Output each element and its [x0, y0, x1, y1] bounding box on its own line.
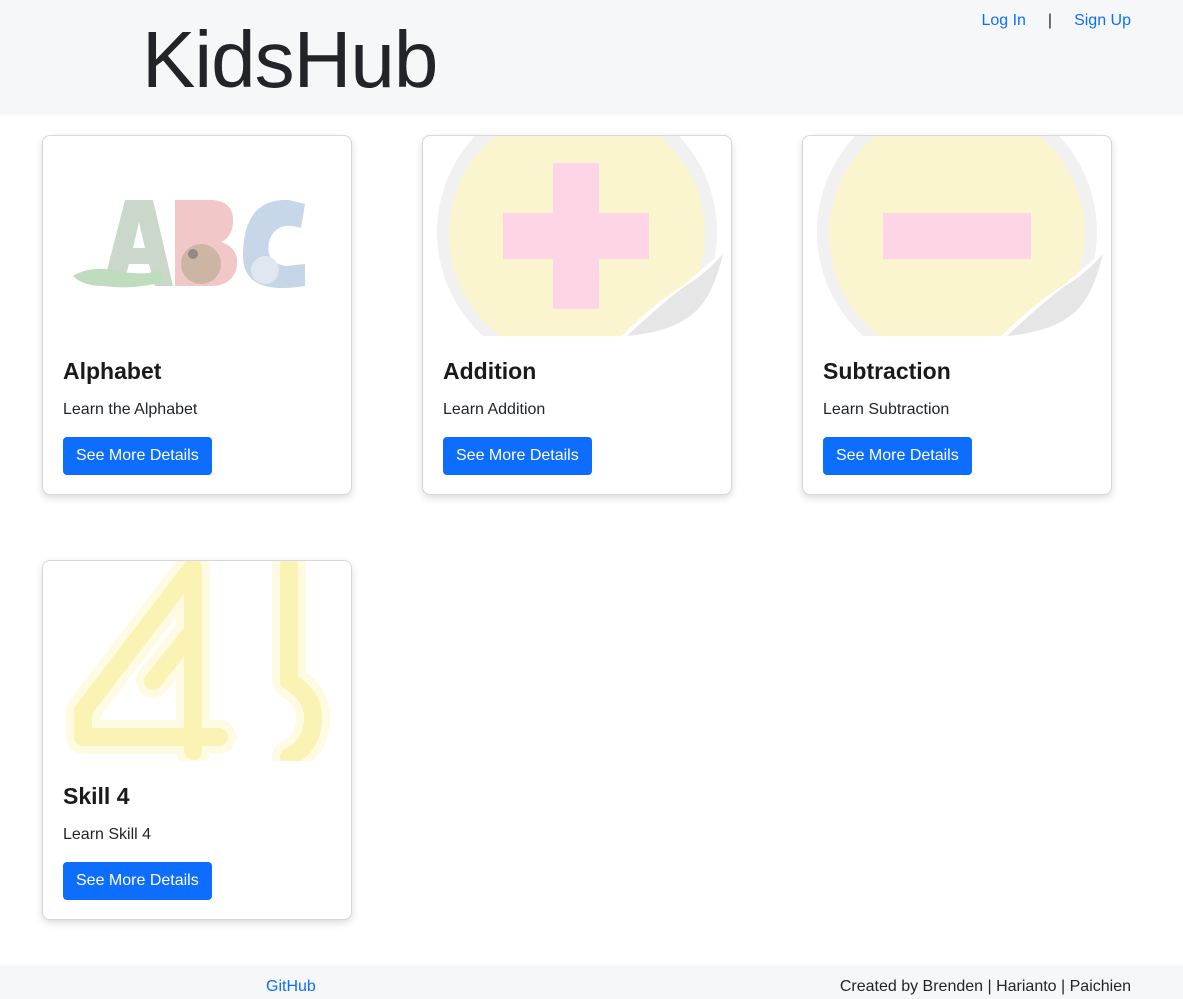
see-more-details-button[interactable]: See More Details	[823, 437, 972, 475]
brand-title[interactable]: KidsHub	[142, 14, 438, 106]
subtraction-image	[803, 136, 1111, 336]
card-title: Skill 4	[63, 783, 130, 809]
site-footer: GitHub Created by Brenden | Harianto | P…	[0, 965, 1183, 999]
login-link[interactable]: Log In	[981, 12, 1025, 30]
addition-image	[423, 136, 731, 336]
credits-text: Created by Brenden | Harianto | Paichien	[839, 978, 1131, 995]
auth-links: Log In | Sign Up	[981, 12, 1131, 30]
skill-card-subtraction: Subtraction Learn Subtraction See More D…	[802, 135, 1112, 495]
card-title: Addition	[443, 358, 537, 384]
signup-link[interactable]: Sign Up	[1074, 12, 1131, 30]
github-link[interactable]: GitHub	[266, 978, 316, 996]
card-title: Alphabet	[63, 358, 162, 384]
card-title: Subtraction	[823, 358, 951, 384]
auth-separator: |	[1047, 12, 1053, 29]
alphabet-image	[43, 136, 351, 336]
card-text: Learn the Alphabet	[63, 401, 198, 418]
see-more-details-button[interactable]: See More Details	[63, 437, 212, 475]
see-more-details-button[interactable]: See More Details	[63, 862, 212, 900]
number-four-image	[43, 561, 351, 761]
site-header: KidsHub Log In | Sign Up	[0, 0, 1183, 115]
see-more-details-button[interactable]: See More Details	[443, 437, 592, 475]
card-text: Learn Skill 4	[63, 826, 152, 843]
card-text: Learn Addition	[443, 401, 546, 418]
skill-card-addition: Addition Learn Addition See More Details	[422, 135, 732, 495]
skill-card-skill-4: Skill 4 Learn Skill 4 See More Details	[42, 560, 352, 920]
card-text: Learn Subtraction	[823, 401, 950, 418]
skill-card-alphabet: Alphabet Learn the Alphabet See More Det…	[42, 135, 352, 495]
